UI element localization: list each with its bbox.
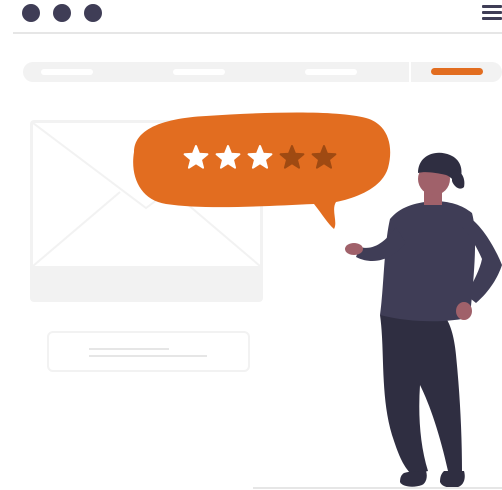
- window-dot-red[interactable]: [22, 4, 40, 22]
- nav-link-placeholder-2[interactable]: [173, 69, 225, 75]
- header-divider: [13, 32, 502, 34]
- review-input-card[interactable]: [47, 331, 250, 372]
- window-dot-green[interactable]: [84, 4, 102, 22]
- window-dot-yellow[interactable]: [53, 4, 71, 22]
- nav-link-placeholder-1[interactable]: [41, 69, 93, 75]
- nav-divider: [409, 62, 411, 82]
- floor-line: [253, 487, 502, 489]
- input-placeholder-line: [89, 355, 207, 357]
- navigation-bar: [23, 62, 502, 82]
- page: [0, 0, 502, 490]
- person-illustration: [345, 152, 502, 488]
- input-placeholder-line: [89, 348, 169, 350]
- nav-link-placeholder-3[interactable]: [305, 69, 357, 75]
- hamburger-menu-icon[interactable]: [482, 4, 502, 22]
- nav-link-active[interactable]: [431, 68, 483, 75]
